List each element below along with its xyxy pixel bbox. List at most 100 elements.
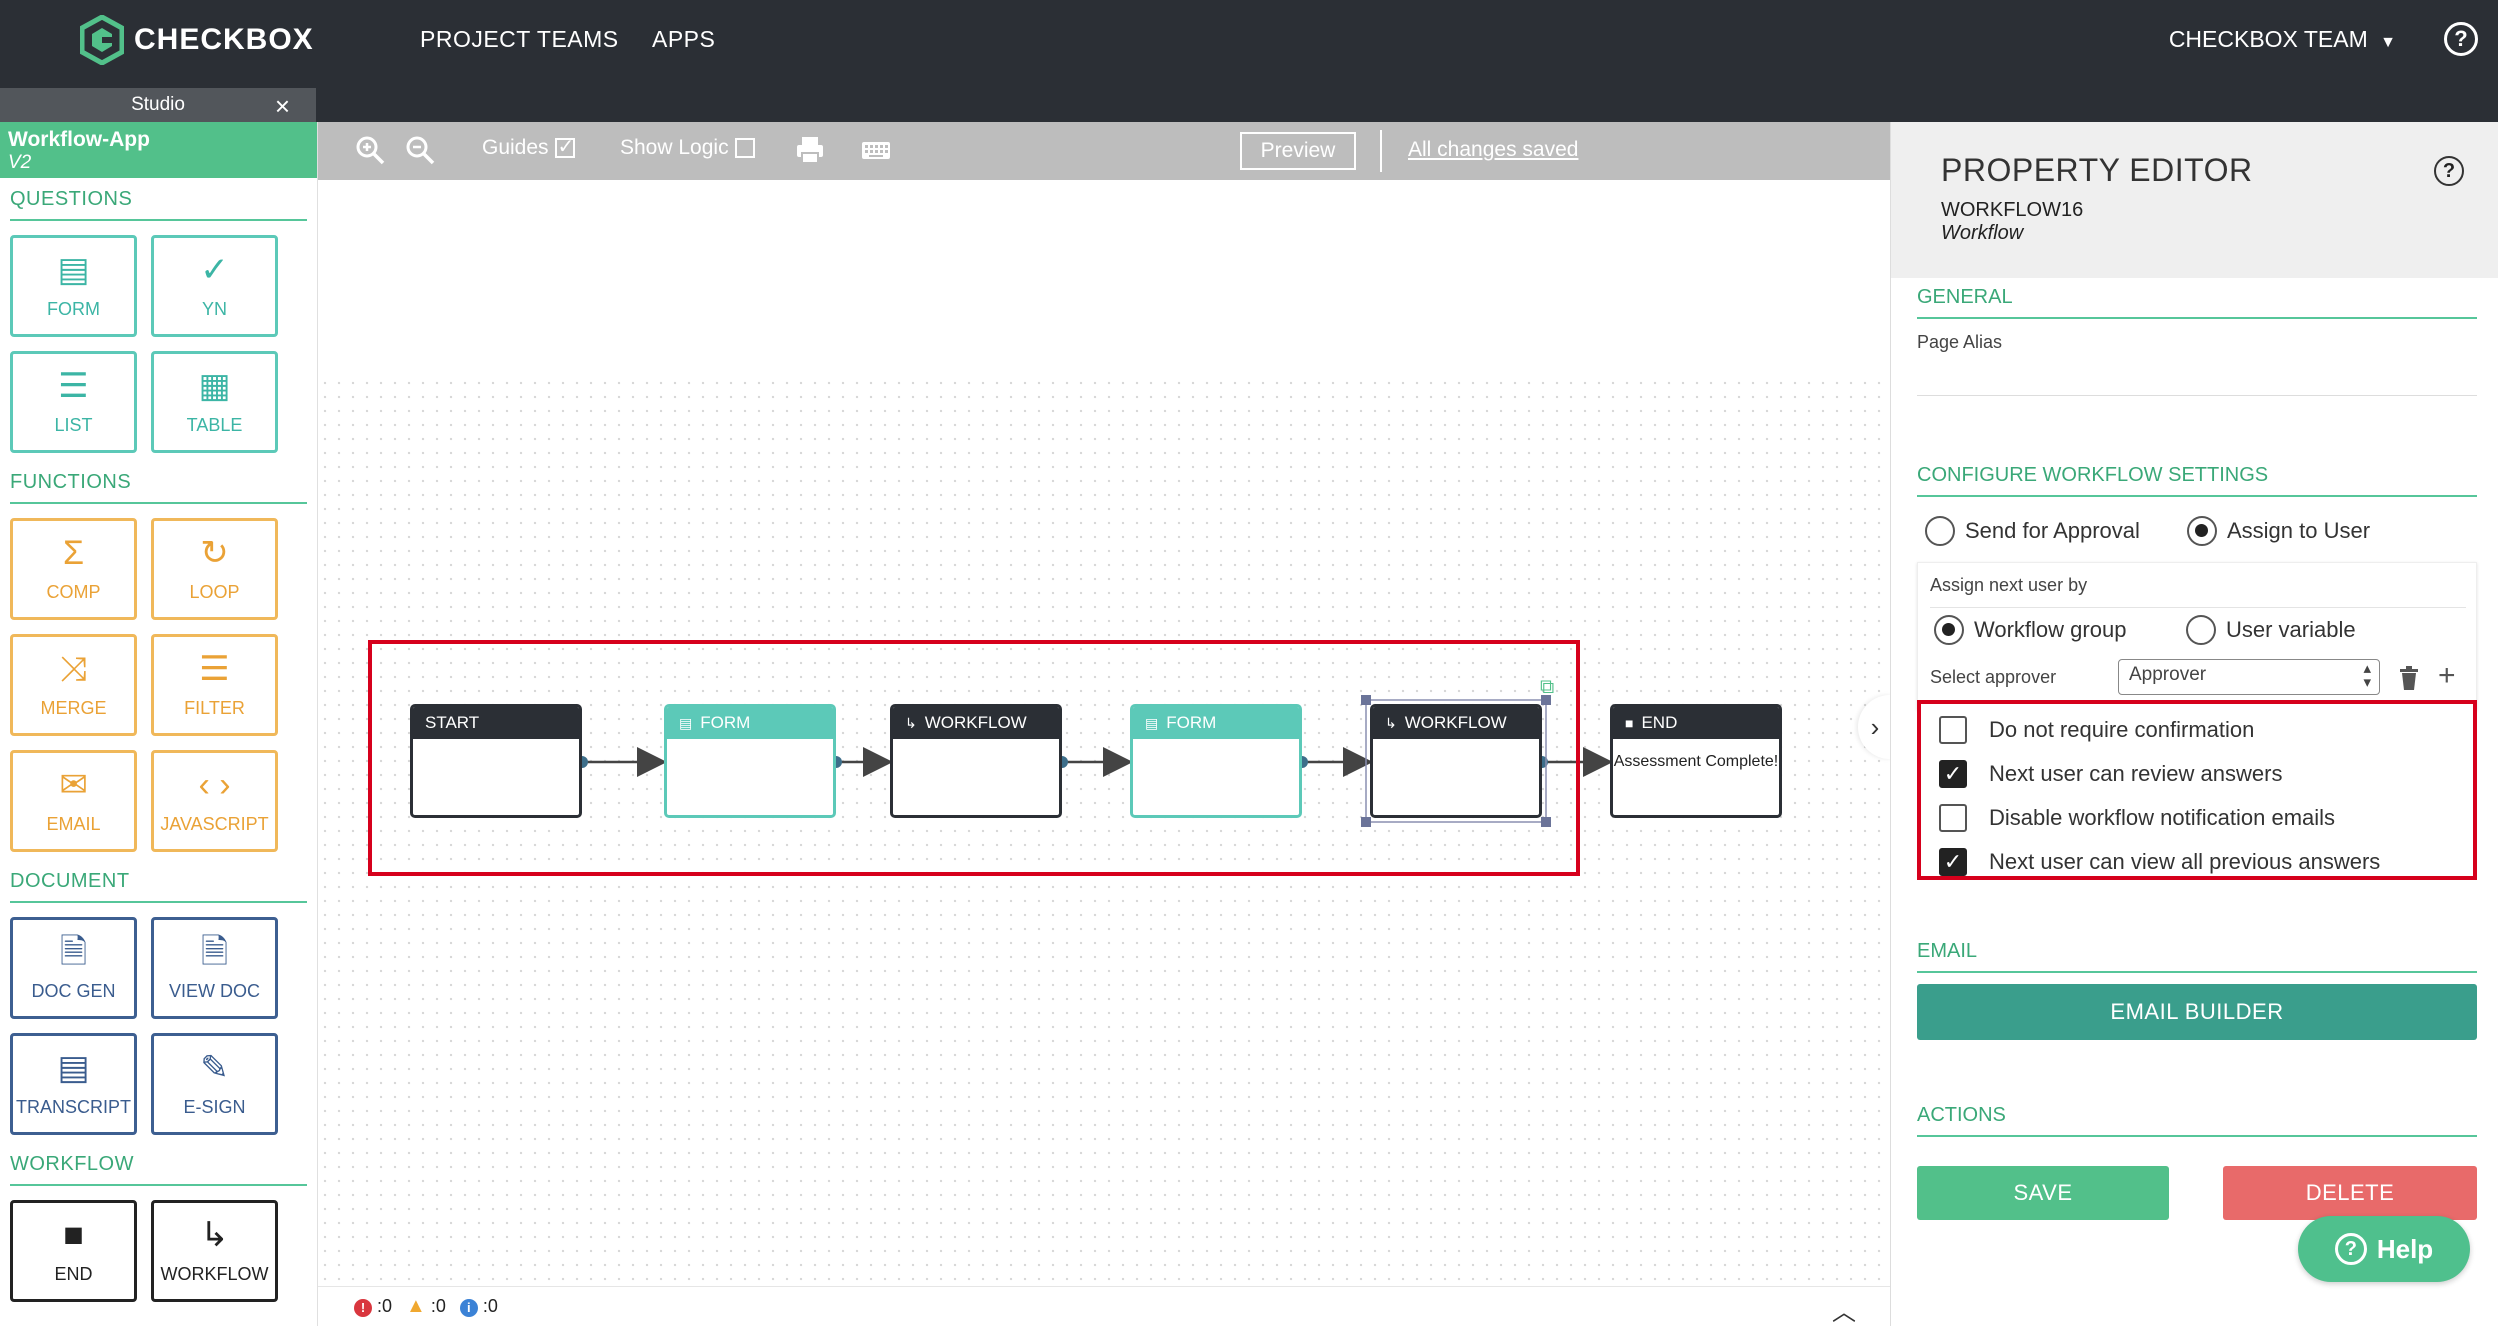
close-icon[interactable]: × bbox=[275, 91, 290, 122]
help-circle-icon[interactable]: ? bbox=[2444, 22, 2478, 56]
studio-sidebar: Workflow-App V2 QUESTIONS ▤ FORM ✓ YN ☰ LIST ▦ T… bbox=[0, 122, 318, 1326]
guides-toggle[interactable]: Guides ✓ bbox=[482, 136, 575, 160]
palette-tile-transcript[interactable]: ▤ TRANSCRIPT bbox=[10, 1033, 137, 1135]
save-status-link[interactable]: All changes saved bbox=[1408, 138, 1578, 162]
palette-tile-javascript[interactable]: ‹ › JAVASCRIPT bbox=[151, 750, 278, 852]
team-menu[interactable]: CHECKBOX TEAM ▼ bbox=[2169, 26, 2396, 53]
caret-down-icon: ▼ bbox=[2380, 34, 2396, 51]
palette-tile-merge[interactable]: ⤨ MERGE bbox=[10, 634, 137, 736]
chevron-up-icon[interactable]: ︿ bbox=[1832, 1292, 1856, 1327]
save-button[interactable]: SAVE bbox=[1917, 1166, 2169, 1220]
tile-label: JAVASCRIPT bbox=[160, 813, 269, 834]
palette-tile-yn[interactable]: ✓ YN bbox=[151, 235, 278, 337]
zoom-in-icon[interactable] bbox=[354, 134, 386, 166]
palette-tile-email[interactable]: ✉ EMAIL bbox=[10, 750, 137, 852]
checked-checkbox[interactable]: ✓ bbox=[1939, 760, 1967, 788]
workflow-group-radio[interactable]: Workflow group bbox=[1934, 615, 2126, 645]
tile-label: LIST bbox=[54, 414, 93, 435]
unchecked-checkbox[interactable] bbox=[1939, 716, 1967, 744]
trash-icon[interactable] bbox=[2398, 665, 2420, 691]
tile-label: COMP bbox=[46, 581, 101, 602]
checked-checkbox[interactable]: ✓ bbox=[1939, 848, 1967, 876]
plus-icon[interactable]: + bbox=[2438, 659, 2456, 693]
palette-tile-comp[interactable]: Σ COMP bbox=[10, 518, 137, 620]
section-title-functions: FUNCTIONS bbox=[10, 471, 307, 504]
tile-label: MERGE bbox=[40, 697, 107, 718]
palette-tile-end[interactable]: ■ END bbox=[10, 1200, 137, 1302]
filter-icon: ☰ bbox=[199, 649, 230, 688]
checkmark-icon: ✓ bbox=[557, 136, 575, 158]
unchecked-checkbox[interactable] bbox=[1939, 804, 1967, 832]
page-alias-label: Page Alias bbox=[1917, 332, 2003, 352]
radio-circle bbox=[1934, 615, 1964, 645]
preview-button[interactable]: Preview bbox=[1240, 132, 1356, 170]
palette-tile-list[interactable]: ☰ LIST bbox=[10, 351, 137, 453]
tile-grid-workflow: ■ END ↳ WORKFLOW bbox=[0, 1186, 317, 1310]
assign-user-box: Assign next user by Workflow group User … bbox=[1917, 562, 2477, 710]
tile-label: VIEW DOC bbox=[168, 980, 260, 1001]
palette-tile-workflow[interactable]: ↳ WORKFLOW bbox=[151, 1200, 278, 1302]
option-checkbox-row[interactable]: ✓ Next user can view all previous answers bbox=[1939, 848, 2380, 876]
nav-project-teams[interactable]: PROJECT TEAMS bbox=[420, 26, 619, 53]
tile-grid-functions: Σ COMP ↻ LOOP ⤨ MERGE ☰ FILTER ✉ EMAIL ‹ › JAVASCRI… bbox=[0, 504, 317, 860]
approver-select[interactable]: Approver ▴ ▾ bbox=[2118, 659, 2380, 695]
show-logic-toggle[interactable]: Show Logic bbox=[620, 136, 755, 160]
tile-label: YN bbox=[201, 298, 227, 319]
doc-add-icon: 🗎 bbox=[59, 932, 88, 971]
page-alias-input[interactable] bbox=[1917, 360, 2477, 396]
user-variable-radio[interactable]: User variable bbox=[2186, 615, 2356, 645]
error-icon: ! bbox=[354, 1299, 372, 1317]
help-button[interactable]: ? Help bbox=[2298, 1216, 2470, 1282]
palette-tile-table[interactable]: ▦ TABLE bbox=[151, 351, 278, 453]
keyboard-icon[interactable] bbox=[860, 136, 892, 164]
error-count[interactable]: ! :0 bbox=[354, 1296, 392, 1317]
palette-tile-doc-gen[interactable]: 🗎 DOC GEN bbox=[10, 917, 137, 1019]
radio-label: Send for Approval bbox=[1965, 518, 2140, 543]
app-version: V2 bbox=[8, 152, 32, 173]
zoom-out-icon[interactable] bbox=[404, 134, 436, 166]
help-circle-icon[interactable]: ? bbox=[2434, 156, 2464, 186]
print-icon[interactable] bbox=[794, 134, 826, 166]
assign-to-user-radio[interactable]: Assign to User bbox=[2187, 516, 2370, 546]
palette-tile-form[interactable]: ▤ FORM bbox=[10, 235, 137, 337]
tile-label: LOOP bbox=[189, 581, 240, 602]
section-title-document: DOCUMENT bbox=[10, 870, 307, 903]
brand-logo[interactable]: CHECKBOX bbox=[80, 14, 314, 66]
palette-tile-view-doc[interactable]: 🗎 VIEW DOC bbox=[151, 917, 278, 1019]
palette-tile-loop[interactable]: ↻ LOOP bbox=[151, 518, 278, 620]
app-header[interactable]: Workflow-App V2 bbox=[0, 122, 317, 178]
info-count[interactable]: i :0 bbox=[459, 1296, 498, 1317]
studio-tab[interactable]: Studio × bbox=[0, 88, 316, 122]
palette-tile-filter[interactable]: ☰ FILTER bbox=[151, 634, 278, 736]
tile-label: DOC GEN bbox=[31, 980, 116, 1001]
actions-section-title: ACTIONS bbox=[1917, 1104, 2477, 1137]
warning-icon: ▲ bbox=[406, 1295, 426, 1317]
palette-sections: QUESTIONS ▤ FORM ✓ YN ☰ LIST ▦ TABLE FUNCTIONS Σ CO… bbox=[0, 188, 317, 1310]
tile-label: E-SIGN bbox=[183, 1096, 246, 1117]
option-checkbox-row[interactable]: Do not require confirmation bbox=[1939, 716, 2254, 744]
send-for-approval-radio[interactable]: Send for Approval bbox=[1925, 516, 2140, 546]
radio-circle bbox=[1925, 516, 1955, 546]
guides-checkbox[interactable]: ✓ bbox=[554, 136, 575, 158]
general-section-title: GENERAL bbox=[1917, 286, 2477, 319]
option-checkbox-row[interactable]: Disable workflow notification emails bbox=[1939, 804, 2335, 832]
radio-label: Workflow group bbox=[1974, 617, 2127, 642]
status-bar: ! :0 ▲ :0 i :0 bbox=[318, 1286, 1890, 1326]
property-editor-title: PROPERTY EDITOR bbox=[1941, 152, 2253, 188]
node-title: END bbox=[1641, 713, 1678, 732]
warning-count[interactable]: ▲ :0 bbox=[406, 1295, 446, 1318]
tile-grid-questions: ▤ FORM ✓ YN ☰ LIST ▦ TABLE bbox=[0, 221, 317, 461]
option-checkbox-row[interactable]: ✓ Next user can review answers bbox=[1939, 760, 2282, 788]
help-circle-icon: ? bbox=[2334, 1233, 2367, 1265]
divider bbox=[1930, 607, 2466, 608]
transcript-icon: ▤ bbox=[57, 1048, 90, 1087]
property-editor-header: PROPERTY EDITOR WORKFLOW16 Workflow ? bbox=[1891, 122, 2498, 278]
delete-button[interactable]: DELETE bbox=[2223, 1166, 2477, 1220]
tile-grid-document: 🗎 DOC GEN 🗎 VIEW DOC ▤ TRANSCRIPT ✎ E-SIGN bbox=[0, 903, 317, 1143]
flow-node-end[interactable]: ■ END Assessment Complete! bbox=[1610, 704, 1782, 818]
check-icon: ✓ bbox=[200, 250, 229, 289]
email-builder-button[interactable]: EMAIL BUILDER bbox=[1917, 984, 2477, 1040]
palette-tile-e-sign[interactable]: ✎ E-SIGN bbox=[151, 1033, 278, 1135]
show-logic-checkbox[interactable] bbox=[734, 138, 755, 158]
nav-apps[interactable]: APPS bbox=[652, 26, 715, 53]
